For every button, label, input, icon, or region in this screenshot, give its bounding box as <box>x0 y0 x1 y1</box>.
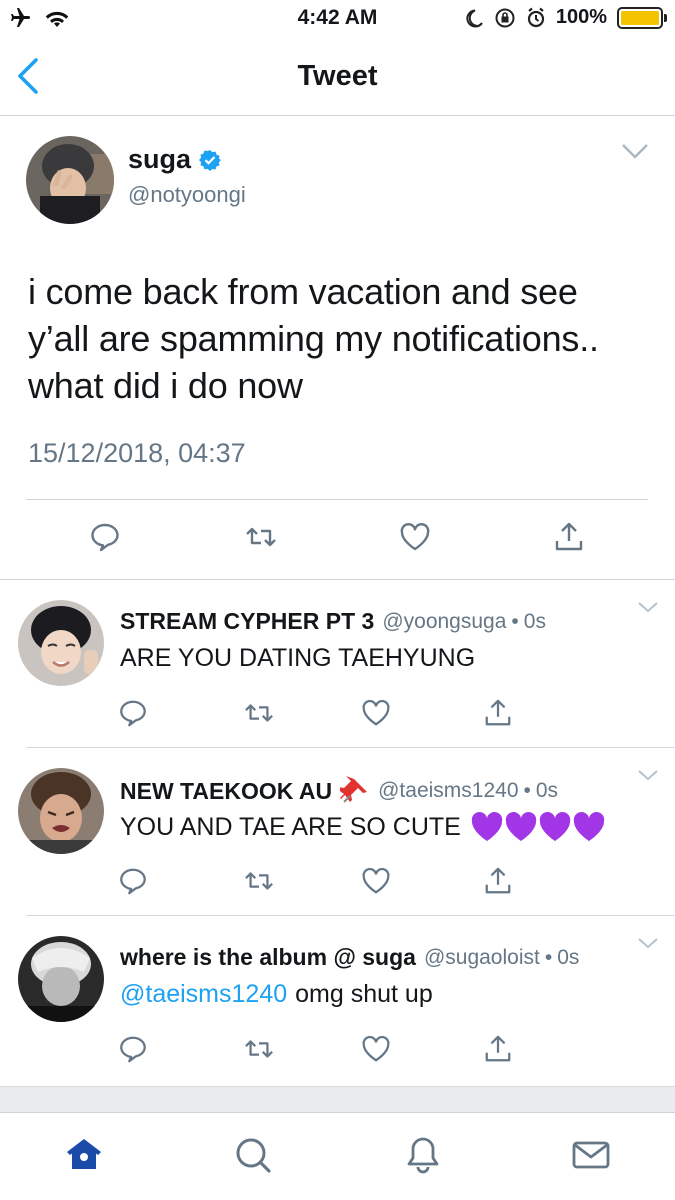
nav-bar: Tweet <box>0 38 675 116</box>
reply-icon[interactable] <box>118 698 148 728</box>
like-icon[interactable] <box>361 698 391 728</box>
reply-tweet[interactable]: NEW TAEKOOK AU @taeisms1240 • 0s YOU AND… <box>0 748 675 916</box>
like-icon[interactable] <box>361 1034 391 1064</box>
battery-icon <box>617 6 667 29</box>
reply-time: 0s <box>557 945 580 969</box>
reply-text-body: ARE YOU DATING TAEHYUNG <box>120 644 476 672</box>
reply-time: 0s <box>535 779 559 802</box>
tab-bar <box>0 1112 675 1200</box>
reply-author-name[interactable]: NEW TAEKOOK AU <box>120 778 332 805</box>
reply-icon[interactable] <box>118 1034 148 1064</box>
reply-text: YOU AND TAE ARE SO CUTE <box>120 812 605 842</box>
reply-author-handle: @taeisms1240 <box>378 779 519 802</box>
reply-author-name[interactable]: where is the album @ suga <box>120 944 416 971</box>
chevron-down-icon[interactable] <box>637 600 659 614</box>
author-name[interactable]: suga <box>128 144 222 175</box>
separator-dot: • <box>544 945 553 969</box>
purple-heart-icon <box>573 812 605 841</box>
reply-actions <box>0 866 675 902</box>
reply-time: 0s <box>523 609 546 633</box>
like-icon[interactable] <box>399 521 431 553</box>
main-tweet: suga @notyoongi i come back from vacatio… <box>0 116 675 580</box>
chevron-down-icon[interactable] <box>637 936 659 950</box>
reply-text: ARE YOU DATING TAEHYUNG <box>120 644 475 673</box>
status-right: 100% <box>466 6 667 29</box>
avatar[interactable] <box>26 136 114 224</box>
share-icon[interactable] <box>553 521 585 553</box>
rotation-lock-icon <box>495 8 515 27</box>
reply-tweet[interactable]: where is the album @ suga @sugaoloist • … <box>0 916 675 1086</box>
purple-heart-icon <box>471 812 503 841</box>
alarm-icon <box>527 7 544 27</box>
retweet-icon[interactable] <box>245 521 277 553</box>
mention-link[interactable]: @taeisms1240 <box>120 980 287 1009</box>
avatar[interactable] <box>18 600 104 686</box>
reply-header: NEW TAEKOOK AU @taeisms1240 • 0s <box>120 776 558 806</box>
reply-text: @taeisms1240 omg shut up <box>120 980 433 1009</box>
messages-icon[interactable] <box>571 1135 611 1175</box>
reply-text-body: YOU AND TAE ARE SO CUTE <box>120 812 461 841</box>
like-icon[interactable] <box>361 866 391 896</box>
author-name-text: suga <box>128 144 192 174</box>
purple-heart-icon <box>539 812 571 841</box>
page-title: Tweet <box>297 60 378 92</box>
reply-icon[interactable] <box>118 866 148 896</box>
reply-header: where is the album @ suga @sugaoloist • … <box>120 944 579 971</box>
reply-author-handle: @sugaoloist <box>423 945 540 969</box>
reply-actions <box>0 1034 675 1070</box>
reply-text-body: omg shut up <box>295 980 433 1008</box>
tweet-actions <box>0 521 675 561</box>
home-icon[interactable] <box>64 1135 104 1175</box>
purple-hearts <box>471 812 605 842</box>
author-handle: @notyoongi <box>128 182 246 207</box>
purple-heart-icon <box>505 812 537 841</box>
retweet-icon[interactable] <box>244 1034 274 1064</box>
separator-dot: • <box>523 779 531 802</box>
notifications-icon[interactable] <box>403 1135 443 1175</box>
battery-percent: 100% <box>555 6 607 28</box>
reply-tweet[interactable]: STREAM CYPHER PT 3 @yoongsuga • 0s ARE Y… <box>0 580 675 748</box>
reply-icon[interactable] <box>89 521 121 553</box>
pushpin-icon <box>340 776 368 803</box>
avatar[interactable] <box>18 768 104 854</box>
share-icon[interactable] <box>483 1034 513 1064</box>
chevron-down-icon[interactable] <box>637 768 659 782</box>
reply-header: STREAM CYPHER PT 3 @yoongsuga • 0s <box>120 608 546 635</box>
separator-dot: • <box>511 609 519 633</box>
avatar[interactable] <box>18 936 104 1022</box>
share-icon[interactable] <box>483 698 513 728</box>
feed-bottom-gap <box>0 1086 675 1112</box>
retweet-icon[interactable] <box>244 698 274 728</box>
tweet-text: i come back from vacation and see y’all … <box>28 271 599 406</box>
tweet-timestamp: 15/12/2018, 04:37 <box>28 438 246 468</box>
reply-actions <box>0 698 675 734</box>
share-icon[interactable] <box>483 866 513 896</box>
chevron-down-icon[interactable] <box>621 142 649 160</box>
status-bar: 4:42 AM 100% <box>0 0 675 38</box>
moon-icon <box>466 9 483 27</box>
search-icon[interactable] <box>233 1135 273 1175</box>
divider <box>26 499 648 500</box>
reply-author-handle: @yoongsuga <box>382 609 507 633</box>
retweet-icon[interactable] <box>244 866 274 896</box>
verified-badge-icon <box>199 149 222 171</box>
reply-author-name[interactable]: STREAM CYPHER PT 3 <box>120 608 374 635</box>
